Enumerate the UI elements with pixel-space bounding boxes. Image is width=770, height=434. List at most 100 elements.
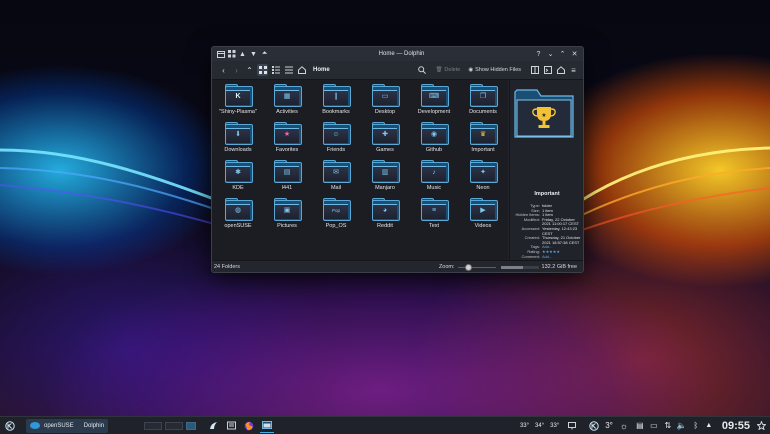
firefox-icon[interactable]	[242, 421, 256, 431]
pager[interactable]	[144, 421, 197, 430]
manjaro-icon: ▥	[372, 160, 400, 183]
split-view-icon[interactable]	[529, 64, 540, 76]
folder-item[interactable]: ❙ Bookmarks	[312, 82, 360, 120]
delete-button[interactable]: 🗑 Delete	[435, 67, 460, 73]
folder-item[interactable]: ✉ Mail	[312, 158, 360, 196]
metadata-row: Comment: Add...	[510, 253, 583, 260]
folder-item[interactable]: ⌨ Development	[410, 82, 458, 120]
folder-item[interactable]: ▶ Videos	[459, 196, 507, 234]
keep-above-icon[interactable]: ▲	[238, 50, 247, 59]
folder-item[interactable]: ◕ Reddit	[361, 196, 409, 234]
folder-item[interactable]: ⬇ Downloads	[214, 120, 262, 158]
folder-label: Pictures	[277, 223, 297, 229]
folder-item[interactable]: K "Shiny-Plasma"	[214, 82, 262, 120]
bluetooth-icon[interactable]: ᛒ	[690, 421, 702, 430]
free-space-fill	[500, 265, 524, 269]
search-icon[interactable]	[416, 64, 427, 76]
star-icon: ★	[274, 122, 302, 145]
application-launcher-icon[interactable]	[2, 420, 18, 431]
dolphin-task-icon[interactable]	[260, 418, 275, 433]
folder-item[interactable]: ▦ Activities	[263, 82, 311, 120]
folder-item[interactable]: ▣ Pictures	[263, 196, 311, 234]
open-terminal-icon[interactable]	[542, 64, 553, 76]
show-hidden-files-button[interactable]: ◉ Show Hidden Files	[468, 67, 521, 73]
desktop-2[interactable]	[165, 421, 184, 430]
show-hidden-files-label: Show Hidden Files	[475, 67, 521, 73]
folder-item[interactable]: ❐ Documents	[459, 82, 507, 120]
task-dolphin[interactable]: openSUSE Dolphin	[26, 418, 109, 433]
peek-desktop-icon[interactable]	[754, 421, 768, 430]
folder-item[interactable]: ▥ Manjaro	[361, 158, 409, 196]
folder-item[interactable]: ♪ Music	[410, 158, 458, 196]
expand-tray-icon[interactable]: ▲	[704, 422, 714, 429]
metadata-key: Comment:	[521, 253, 540, 259]
folder-item[interactable]: ▭ Desktop	[361, 82, 409, 120]
popos-icon: Pop	[323, 198, 351, 221]
volume-icon[interactable]: 🔈	[676, 421, 688, 430]
desktop-1[interactable]	[144, 421, 163, 430]
zoom-label: Zoom:	[438, 264, 455, 270]
details-view-icon[interactable]	[283, 64, 294, 76]
zoom-slider-handle[interactable]	[464, 264, 472, 271]
desktop-3[interactable]	[186, 421, 197, 430]
folder-label: Friends	[326, 147, 346, 153]
folder-item[interactable]: ✚ Games	[361, 120, 409, 158]
hamburger-menu-icon[interactable]: ≡	[568, 64, 579, 76]
title-bar[interactable]: ▲ ▼ ⏶ Home — Dolphin ? ⌄ ⌃ ✕	[212, 47, 583, 61]
monitor-icon[interactable]	[567, 421, 577, 430]
places-icon[interactable]	[555, 64, 566, 76]
forward-icon[interactable]: ›	[231, 64, 242, 76]
folder-item[interactable]: ◍ openSUSE	[214, 196, 262, 234]
free-space-label: 132.2 GiB free	[541, 264, 577, 270]
folder-item[interactable]: ≡ Text	[410, 196, 458, 234]
activities-icon: ▦	[274, 84, 302, 107]
folder-item[interactable]: ◉ Github	[410, 120, 458, 158]
compact-view-icon[interactable]	[270, 64, 281, 76]
up-icon[interactable]: ⌃	[244, 64, 255, 76]
breadcrumb[interactable]: Home	[313, 67, 330, 73]
help-button[interactable]: ?	[534, 50, 543, 59]
clock[interactable]: 09:55	[722, 420, 750, 432]
system-settings-icon[interactable]	[224, 421, 238, 430]
sun-icon[interactable]: ☼	[618, 421, 630, 431]
weather-temperature[interactable]: 3°	[605, 421, 613, 430]
folder-label: openSUSE	[224, 223, 252, 229]
svg-text:★: ★	[541, 112, 546, 119]
home-icon[interactable]	[296, 64, 307, 76]
reddit-icon: ◕	[372, 198, 400, 221]
dolphin-launcher-icon[interactable]	[206, 421, 220, 430]
folder-label: Downloads	[224, 147, 252, 153]
people-icon: ☺	[323, 122, 351, 145]
folder-label: Pop_OS	[325, 223, 347, 229]
metadata-value[interactable]: Add...	[542, 254, 582, 260]
folder-icon: ▤	[274, 160, 302, 183]
network-icon[interactable]: ⇅	[662, 421, 674, 430]
trash-icon: 🗑	[435, 67, 443, 73]
folder-item[interactable]: ✱ KDE	[214, 158, 262, 196]
keep-below-icon[interactable]: ▼	[249, 50, 258, 59]
temperature-3: 33°	[550, 422, 560, 429]
folder-item[interactable]: ♛ Important	[459, 120, 507, 158]
icons-view-icon[interactable]	[257, 64, 268, 76]
picture-icon: ▣	[274, 198, 302, 221]
folder-label: Music	[426, 185, 442, 191]
display-icon[interactable]: ▭	[648, 421, 660, 430]
window-menu-icon[interactable]	[216, 50, 225, 59]
kde-connect-icon[interactable]	[587, 420, 601, 431]
shade-icon[interactable]: ⏶	[260, 50, 269, 59]
folder-item[interactable]: Pop Pop_OS	[312, 196, 360, 234]
minimize-button[interactable]: ⌄	[546, 50, 555, 59]
app-menu-icon[interactable]	[227, 50, 236, 59]
close-button[interactable]: ✕	[570, 50, 579, 59]
back-icon[interactable]: ‹	[218, 64, 229, 76]
task-distro-label: openSUSE	[44, 422, 74, 429]
folder-label: Text	[428, 223, 440, 229]
maximize-button[interactable]: ⌃	[558, 50, 567, 59]
folder-item[interactable]: ★ Favorites	[263, 120, 311, 158]
clipboard-icon[interactable]: ▤	[634, 421, 646, 430]
file-view[interactable]: K "Shiny-Plasma" ▦ Activities ❙ Bookmarks ▭ Des…	[212, 80, 508, 260]
folder-item[interactable]: ✦ Neon	[459, 158, 507, 196]
zoom-slider[interactable]	[457, 264, 496, 271]
folder-item[interactable]: ☺ Friends	[312, 120, 360, 158]
folder-item[interactable]: ▤ l441	[263, 158, 311, 196]
